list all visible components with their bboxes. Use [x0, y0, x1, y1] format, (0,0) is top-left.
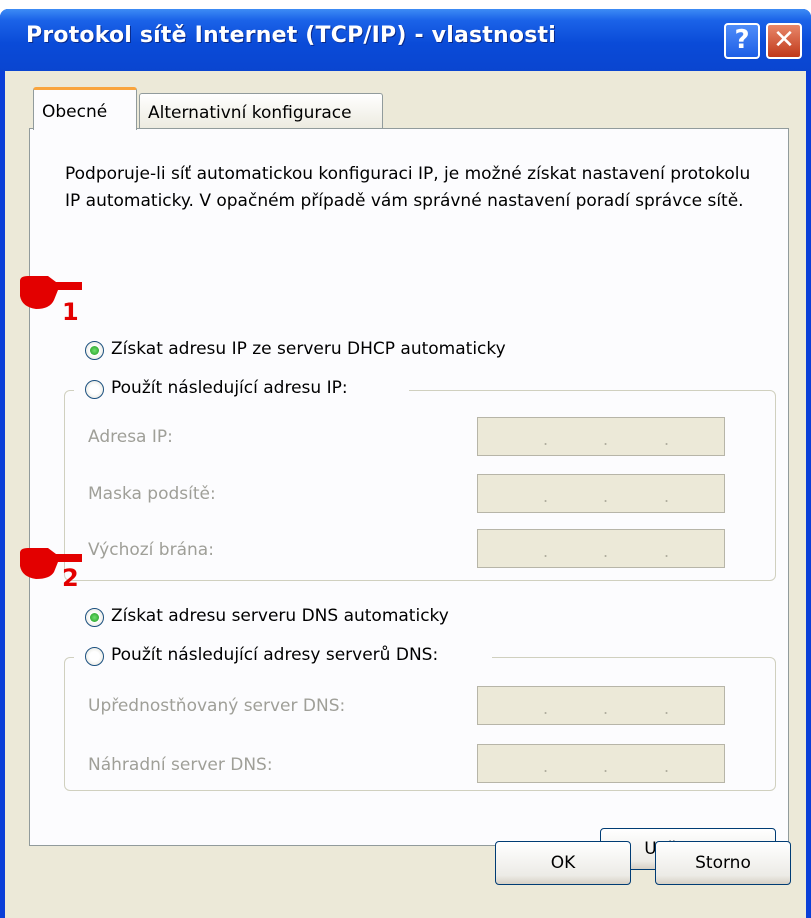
annotation-overlay	[20, 276, 82, 579]
annotation-marker-1: 1	[62, 298, 79, 326]
annotation-marker-2: 2	[62, 564, 79, 592]
tab-general[interactable]: Obecné	[33, 87, 137, 130]
